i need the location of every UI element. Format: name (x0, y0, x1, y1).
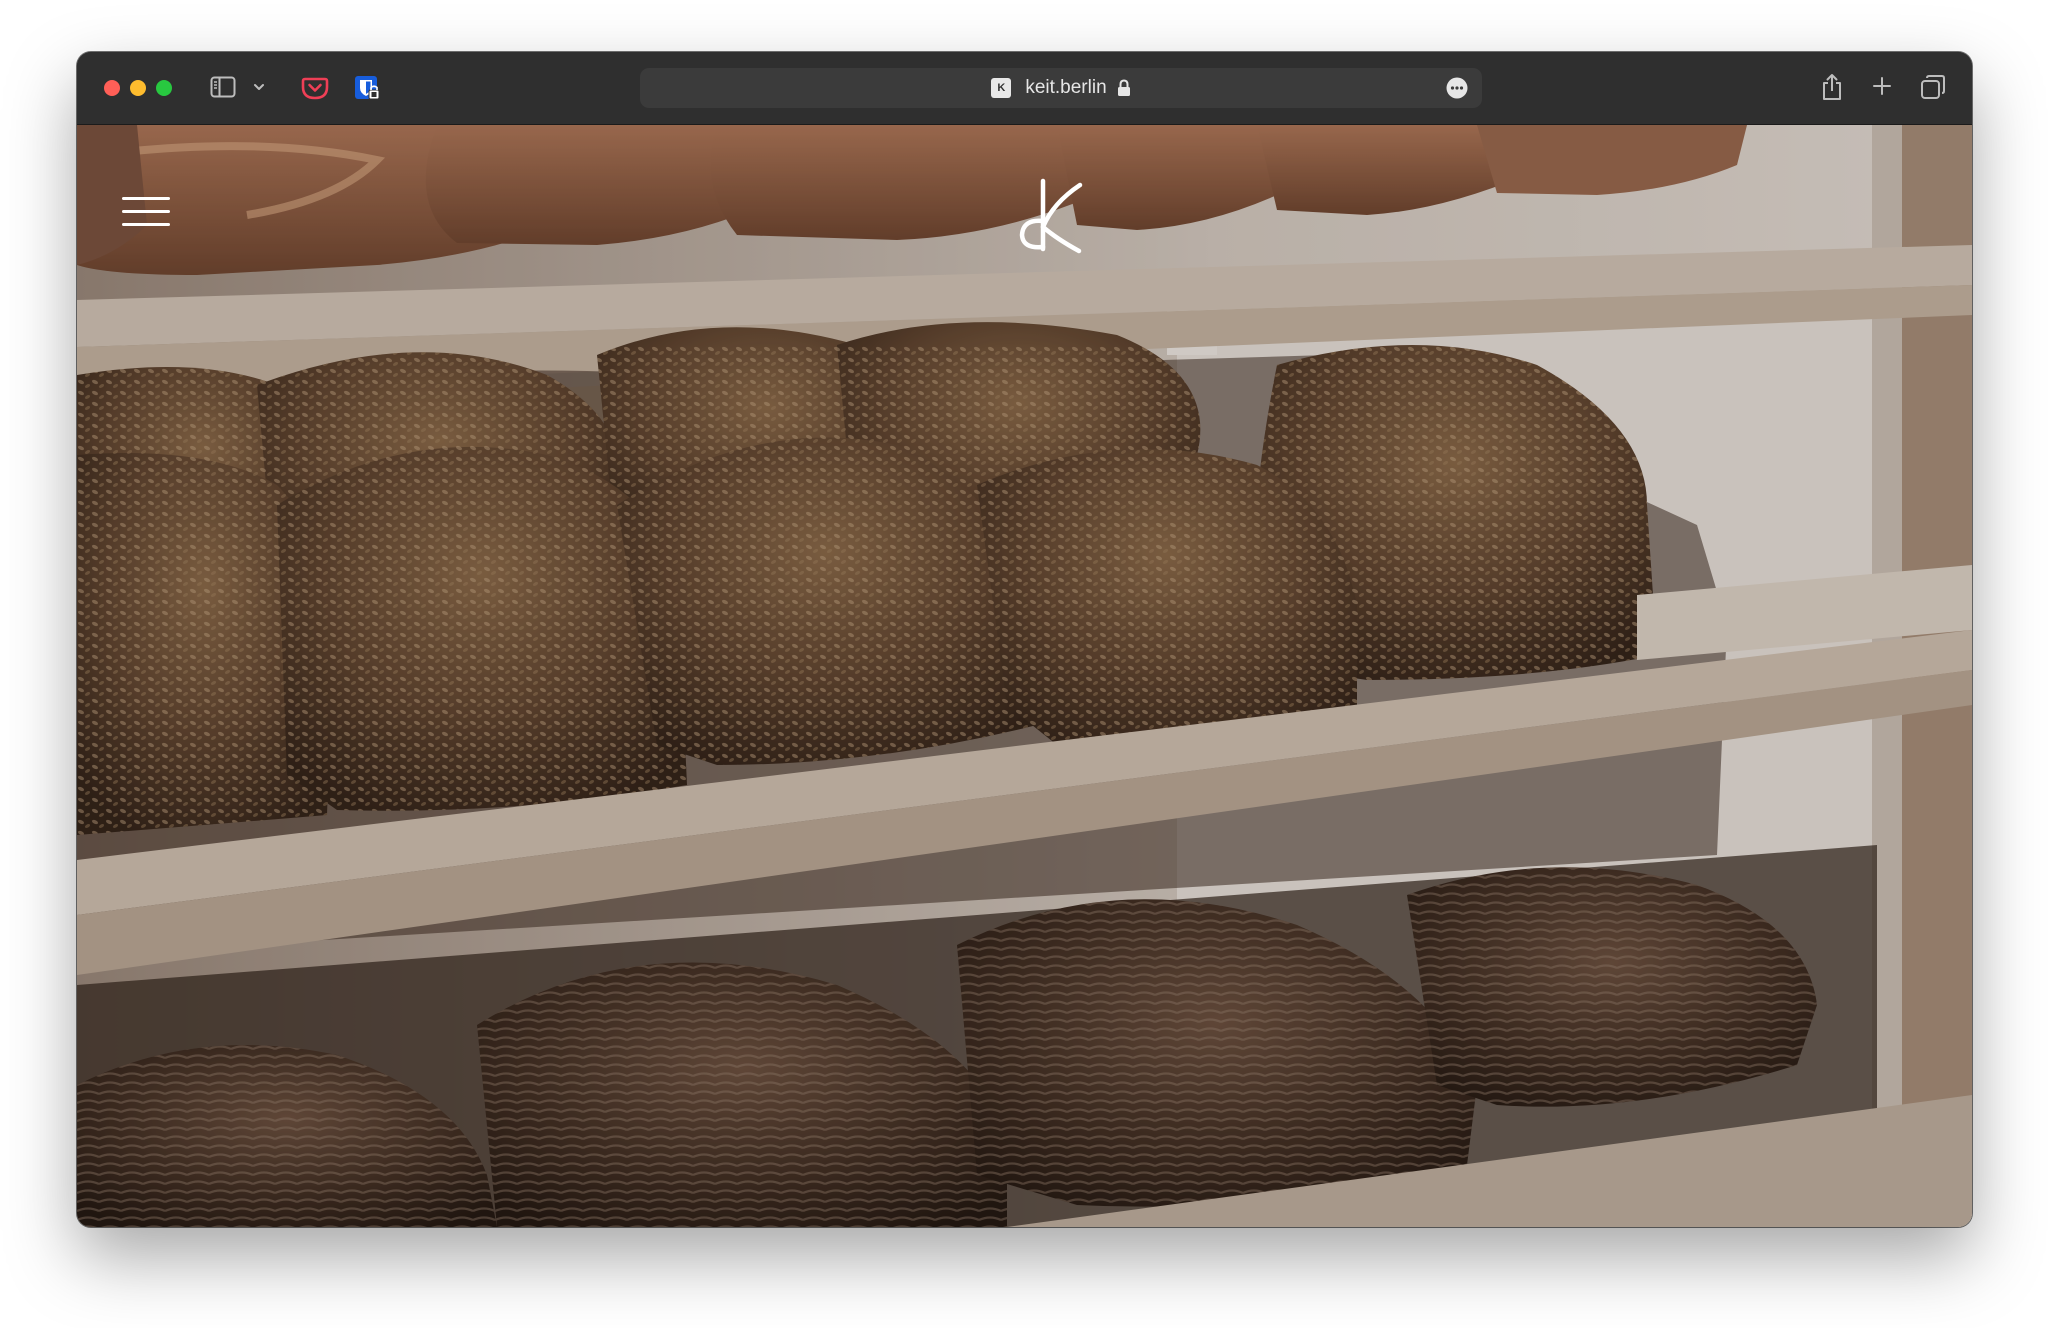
hero-image (77, 125, 1972, 1227)
minimize-window-button[interactable] (130, 80, 146, 96)
plus-icon[interactable] (1871, 75, 1893, 97)
address-bar[interactable]: K keit.berlin (640, 68, 1482, 108)
browser-window: K keit.berlin (77, 52, 1972, 1227)
keit-logo[interactable] (1017, 177, 1091, 255)
hero-overlay (77, 125, 1972, 1227)
chevron-down-icon[interactable] (252, 80, 266, 94)
pocket-icon[interactable] (301, 74, 329, 102)
maximize-window-button[interactable] (156, 80, 172, 96)
bitwarden-icon[interactable] (353, 74, 381, 102)
share-icon[interactable] (1820, 72, 1844, 102)
site-favicon: K (991, 78, 1012, 98)
sidebar-icon[interactable] (210, 76, 236, 98)
close-window-button[interactable] (104, 80, 120, 96)
page-content (77, 125, 1972, 1227)
tabs-icon[interactable] (1920, 74, 1946, 100)
url-text[interactable]: keit.berlin (1025, 77, 1106, 99)
hamburger-menu-icon[interactable] (122, 197, 172, 229)
screenshot-stage: K keit.berlin (0, 0, 2048, 1328)
url-display[interactable]: K keit.berlin (640, 68, 1482, 108)
browser-toolbar: K keit.berlin (77, 52, 1972, 125)
more-icon[interactable] (1446, 77, 1468, 99)
lock-icon (1117, 79, 1130, 96)
